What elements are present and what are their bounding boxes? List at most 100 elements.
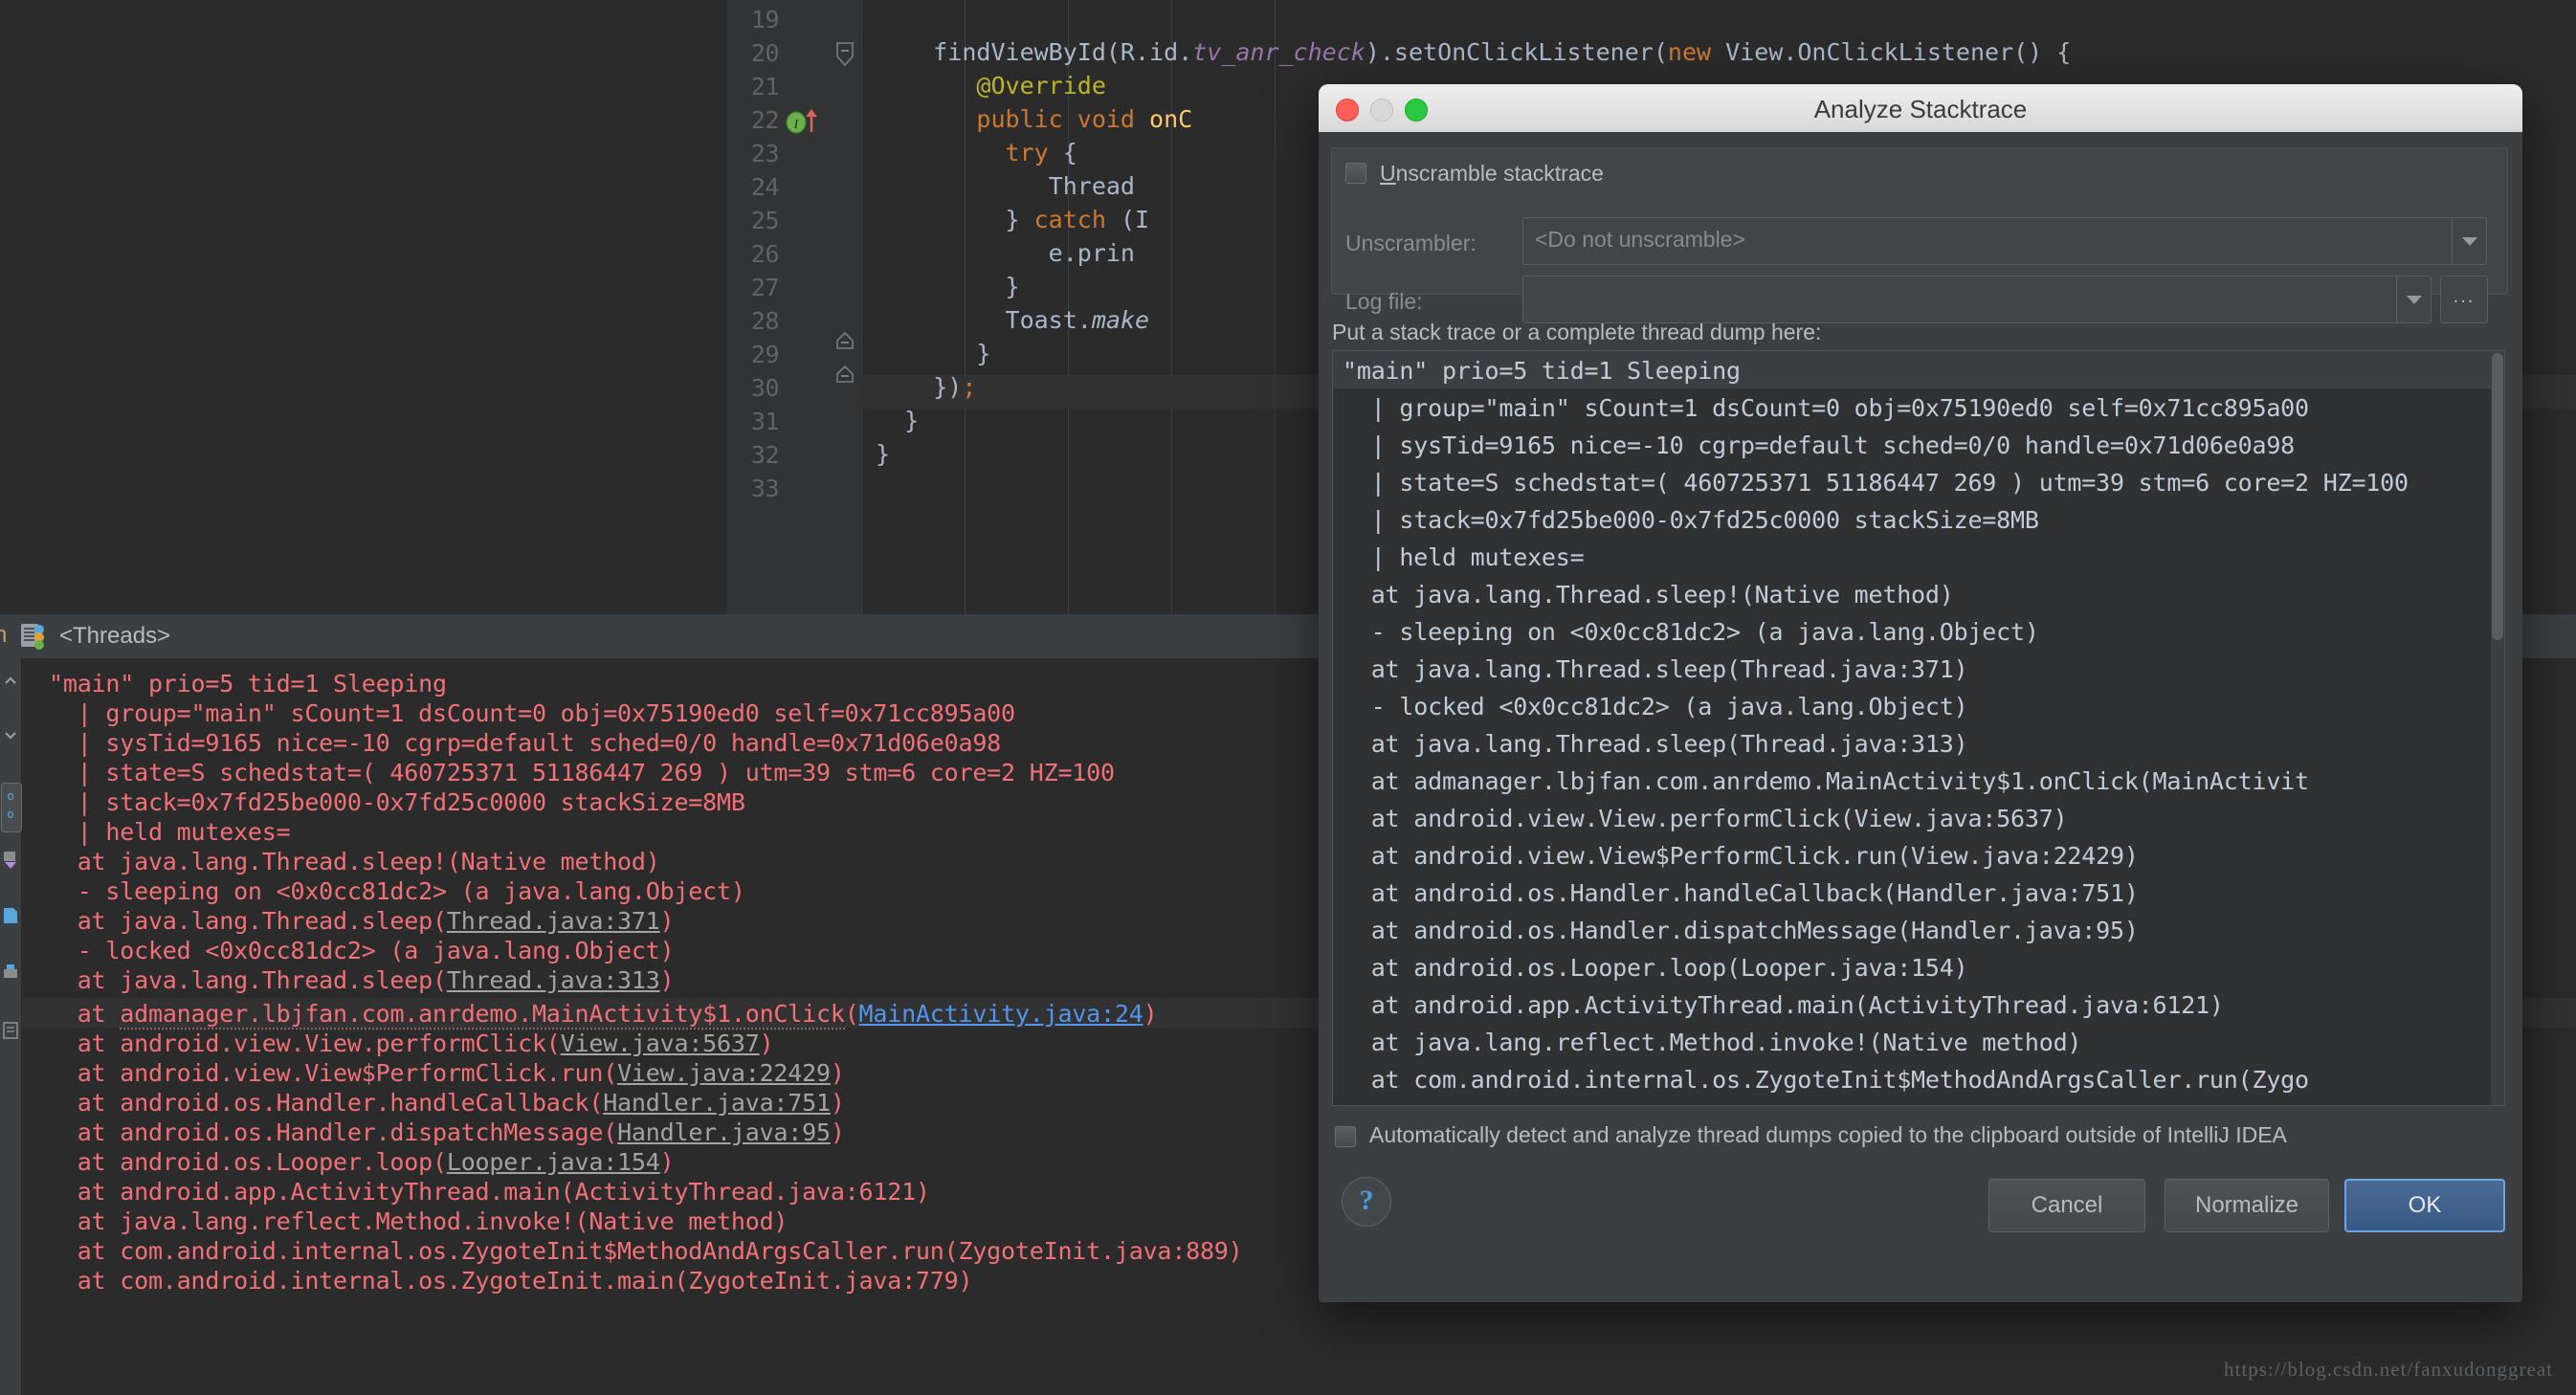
auto-detect-checkbox-label[interactable]: Automatically detect and analyze thread … [1369, 1122, 2287, 1148]
screen-root: 19 20 21 22 23 24 25 26 27 28 29 30 31 3… [0, 0, 2576, 1395]
unscrambler-label: Unscrambler: [1345, 231, 1477, 255]
stack-link[interactable]: Thread.java:371 [447, 907, 660, 935]
chevron-down-icon[interactable] [1, 725, 20, 750]
threads-tab-prefix: n [0, 622, 8, 648]
stacktrace-textarea[interactable]: "main" prio=5 tid=1 Sleeping | group="ma… [1332, 350, 2505, 1106]
stacktrace-line: | sysTid=9165 nice=-10 cgrp=default sche… [1343, 432, 2296, 459]
export-icon[interactable] [1, 905, 20, 930]
stacktrace-line: "main" prio=5 tid=1 Sleeping [1343, 357, 1741, 385]
threads-line: at android.os.Handler.handleCallback(Han… [49, 1089, 845, 1117]
stacktrace-line: at android.view.View$PerformClick.run(Vi… [1343, 842, 2139, 870]
stacktrace-line: | held mutexes= [1343, 543, 1585, 571]
unscrambler-select[interactable]: <Do not unscramble> [1522, 217, 2487, 265]
stacktrace-line: at android.app.ActivityThread.main(Activ… [1343, 991, 2224, 1019]
implements-method-icon[interactable]: I [785, 107, 827, 136]
fold-collapse-icon[interactable] [834, 365, 855, 387]
stacktrace-line: | stack=0x7fd25be000-0x7fd25c0000 stackS… [1343, 506, 2039, 534]
stacktrace-line: at java.lang.reflect.Method.invoke!(Nati… [1343, 1029, 2082, 1056]
gutter-line-number: 30 [750, 374, 780, 402]
textarea-scrollbar-thumb[interactable] [2492, 353, 2503, 640]
stacktrace-line: - locked <0x0cc81dc2> (a java.lang.Objec… [1343, 693, 1968, 720]
logfile-select[interactable] [1522, 276, 2432, 323]
gutter-line-number: 29 [750, 341, 780, 368]
chevron-down-icon[interactable] [2452, 218, 2486, 264]
fold-collapse-icon[interactable] [834, 332, 855, 353]
help-button[interactable]: ? [1342, 1177, 1391, 1227]
threads-line: | held mutexes= [49, 818, 291, 846]
stacktrace-line: at java.lang.Thread.sleep(Thread.java:37… [1343, 655, 1968, 683]
stacktrace-line: at java.lang.Thread.sleep(Thread.java:31… [1343, 730, 1968, 758]
stack-link[interactable]: Handler.java:751 [603, 1089, 831, 1117]
textarea-scrollbar[interactable] [2491, 351, 2504, 1105]
gutter-line-number: 28 [750, 307, 780, 335]
threads-tab-label[interactable]: <Threads> [59, 623, 170, 650]
threads-icon [19, 621, 50, 652]
code-line-24: Thread [861, 172, 1135, 200]
unscramble-checkbox[interactable] [1345, 163, 1366, 184]
logfile-browse-button[interactable]: ... [2440, 276, 2488, 323]
stack-link[interactable]: Looper.java:154 [447, 1148, 660, 1176]
threads-line: at android.os.Handler.dispatchMessage(Ha… [49, 1118, 845, 1146]
dialog-titlebar[interactable]: Analyze Stacktrace [1319, 84, 2522, 133]
stack-link[interactable]: View.java:22429 [617, 1059, 831, 1087]
soft-wrap-toggle[interactable]: oo [1, 783, 22, 832]
stacktrace-caption: Put a stack trace or a complete thread d… [1332, 320, 1822, 344]
stack-link[interactable]: View.java:5637 [561, 1030, 760, 1057]
stacktrace-line: - sleeping on <0x0cc81dc2> (a java.lang.… [1343, 618, 2039, 646]
logfile-label: Log file: [1345, 289, 1423, 314]
gutter-line-number: 20 [750, 39, 780, 67]
code-line-32: } [861, 440, 891, 468]
threads-line: at java.lang.reflect.Method.invoke!(Nati… [49, 1207, 788, 1235]
code-line-26: e.prin [861, 239, 1135, 267]
chevron-down-icon[interactable] [2396, 277, 2431, 322]
threads-line: | group="main" sCount=1 dsCount=0 obj=0x… [49, 699, 1015, 727]
cancel-button[interactable]: Cancel [1988, 1179, 2145, 1232]
threads-line: at com.android.internal.os.ZygoteInit$Me… [49, 1237, 1243, 1265]
fold-collapse-icon[interactable] [834, 42, 855, 67]
stacktrace-line: | group="main" sCount=1 dsCount=0 obj=0x… [1343, 394, 2309, 422]
code-line-30: }); [861, 373, 977, 401]
gutter-line-number: 25 [750, 207, 780, 234]
stacktrace-line: at java.lang.Thread.sleep!(Native method… [1343, 581, 1954, 609]
code-line-22: public void onC [861, 105, 1193, 133]
threads-line: at android.view.View$PerformClick.run(Vi… [49, 1059, 845, 1087]
code-line-21: @Override [861, 72, 1106, 100]
auto-detect-checkbox[interactable] [1335, 1126, 1356, 1147]
chevron-up-icon[interactable] [1, 672, 20, 697]
gutter-line-number: 23 [750, 140, 780, 167]
ok-button[interactable]: OK [2344, 1179, 2505, 1232]
stacktrace-line: at android.view.View.performClick(View.j… [1343, 805, 2068, 832]
stacktrace-line: at android.os.Handler.handleCallback(Han… [1343, 879, 2139, 907]
unscrambler-value: <Do not unscramble> [1535, 227, 1745, 252]
threads-line: at android.view.View.performClick(View.j… [49, 1030, 774, 1057]
code-line-27: } [861, 273, 1020, 300]
threads-side-toolbar[interactable]: oo [0, 658, 22, 1395]
threads-line: - sleeping on <0x0cc81dc2> (a java.lang.… [49, 877, 745, 905]
threads-line: at java.lang.Thread.sleep(Thread.java:37… [49, 907, 675, 935]
editor-gutter[interactable]: 19 20 21 22 23 24 25 26 27 28 29 30 31 3… [727, 0, 861, 614]
settings-icon[interactable] [1, 1020, 20, 1045]
normalize-button[interactable]: Normalize [2165, 1179, 2329, 1232]
unscramble-checkbox-label[interactable]: Unscramble stacktrace [1380, 161, 1604, 187]
code-line-23: try { [861, 139, 1077, 166]
gutter-line-number: 33 [750, 475, 780, 502]
dialog-body: Unscramble stacktrace Unscrambler: <Do n… [1319, 132, 2522, 1302]
print-icon[interactable] [1, 963, 20, 987]
stack-link[interactable]: Thread.java:313 [447, 966, 660, 994]
filter-icon[interactable] [1, 850, 20, 875]
threads-line: at android.os.Looper.loop(Looper.java:15… [49, 1148, 675, 1176]
gutter-line-number: 22 [750, 106, 780, 134]
code-line-29: } [861, 340, 991, 367]
svg-text:o: o [7, 789, 13, 803]
gutter-line-number: 21 [750, 73, 780, 100]
gutter-line-number: 31 [750, 408, 780, 435]
threads-line: at admanager.lbjfan.com.anrdemo.MainActi… [49, 1000, 1158, 1030]
threads-line: at android.app.ActivityThread.main(Activ… [49, 1178, 930, 1206]
threads-line: "main" prio=5 tid=1 Sleeping [49, 670, 447, 698]
stacktrace-line: at android.os.Handler.dispatchMessage(Ha… [1343, 917, 2139, 944]
threads-line: at java.lang.Thread.sleep!(Native method… [49, 848, 660, 875]
stack-link[interactable]: Handler.java:95 [617, 1118, 831, 1146]
stack-link-active[interactable]: MainActivity.java:24 [859, 1000, 1144, 1028]
watermark: https://blog.csdn.net/fanxudonggreat [2224, 1358, 2553, 1381]
svg-text:o: o [7, 808, 13, 821]
